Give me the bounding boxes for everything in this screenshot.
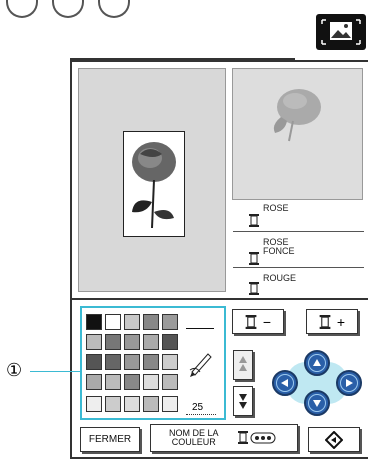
palette-cell[interactable] [162,396,178,412]
color-name: ROSE FONCE [263,237,295,256]
color-list-item[interactable]: ROSE FONCE [233,234,364,268]
plus-label: + [336,313,346,330]
palette-cell[interactable] [124,374,140,390]
thread-display-icon [237,431,276,444]
image-edit-button[interactable] [316,14,366,50]
arrow-right-icon [346,379,353,387]
confirm-button[interactable] [308,427,360,452]
close-button-label: FERMER [88,433,132,445]
palette-cell[interactable] [124,396,140,412]
thread-plus-button[interactable]: + [306,309,358,334]
minus-label: − [262,313,272,330]
arrow-up-icon [313,359,321,366]
color-name-button[interactable]: NOM DE LA COULEUR [150,424,298,452]
top-left-button-3[interactable] [98,0,130,18]
diamond-arrow-icon [325,430,343,449]
palette-cell[interactable] [162,334,178,350]
thread-spool-icon [319,314,331,329]
palette-cell[interactable] [86,314,102,330]
palette-cell[interactable] [86,374,102,390]
rose-image-frame [123,131,185,237]
thread-minus-button[interactable]: − [232,309,284,334]
section-divider [70,298,368,300]
palette-cell[interactable] [143,314,159,330]
palette-cell[interactable] [143,396,159,412]
arrow-down-icon [313,400,321,407]
thread-spool-icon [249,214,259,227]
panel-header-bar [70,58,295,62]
move-down-button[interactable] [304,390,330,416]
direction-pad [268,348,366,418]
close-button[interactable]: FERMER [80,427,140,452]
size-value: 25 [192,402,204,413]
color-name: ROUGE [263,273,297,283]
palette-cell[interactable] [124,354,140,370]
scroll-up-button[interactable] [233,350,253,380]
move-left-button[interactable] [272,370,298,396]
size-underline [186,414,216,415]
callout-number: ① [6,360,23,380]
color-list-item[interactable]: ROSE [233,202,364,232]
top-left-button-1[interactable] [6,0,38,18]
pen-icon[interactable] [188,348,216,378]
palette-cell[interactable] [124,334,140,350]
palette-cell[interactable] [86,354,102,370]
thread-spool-icon [249,282,259,295]
rose-image [132,142,176,229]
palette-cell[interactable] [143,374,159,390]
top-left-button-2[interactable] [52,0,84,18]
image-edit-icon [321,19,361,45]
callout-line [30,371,82,372]
scroll-down-button[interactable] [233,386,253,416]
palette-cell[interactable] [105,354,121,370]
embroidery-thumbnail [232,68,363,200]
thread-spool-icon [245,314,257,329]
color-palette: 25 [80,306,226,420]
palette-cell[interactable] [162,314,178,330]
thread-spool-icon [249,252,259,265]
arrow-up-icon [239,356,247,371]
palette-cell[interactable] [86,396,102,412]
line-thickness-indicator [186,328,214,329]
palette-cell[interactable] [105,374,121,390]
move-up-button[interactable] [304,350,330,376]
palette-cell[interactable] [143,354,159,370]
palette-cell[interactable] [162,354,178,370]
palette-cell[interactable] [105,314,121,330]
rose-thumbnail [273,89,321,142]
design-preview [78,68,226,292]
palette-cell[interactable] [143,334,159,350]
move-right-button[interactable] [336,370,362,396]
arrow-left-icon [281,379,288,387]
color-name-button-label: NOM DE LA COULEUR [169,428,219,447]
color-list-item[interactable]: ROUGE [233,270,364,300]
palette-cell[interactable] [86,334,102,350]
arrow-down-icon [239,394,247,409]
color-name: ROSE [263,203,289,213]
palette-cell[interactable] [105,334,121,350]
palette-cell[interactable] [124,314,140,330]
palette-cell[interactable] [105,396,121,412]
palette-cell[interactable] [162,374,178,390]
